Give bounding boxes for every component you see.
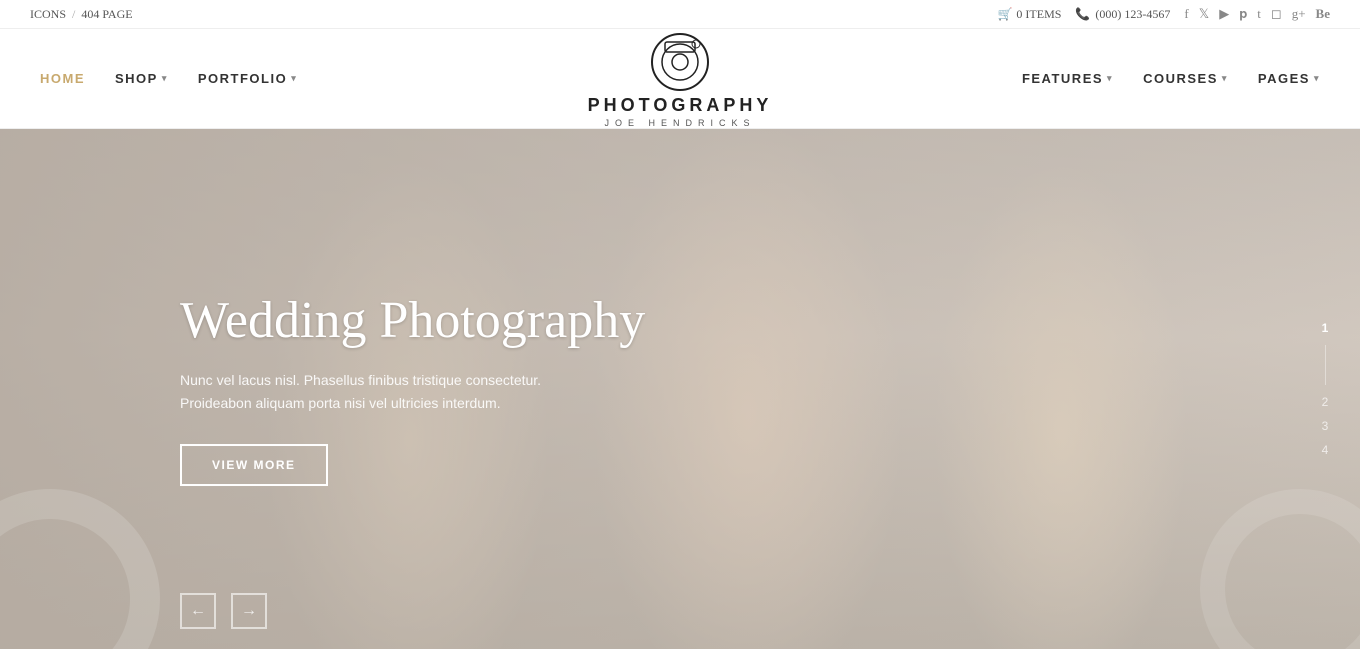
instagram-icon[interactable]: ◻	[1271, 6, 1282, 22]
cart-count: 0 ITEMS	[1016, 7, 1061, 22]
logo-text-main: PHOTOGRAPHY	[588, 95, 773, 116]
hero-section: Wedding Photography Nunc vel lacus nisl.…	[0, 129, 1360, 649]
navigation: HOME SHOP ▾ PORTFOLIO ▾ PHOTOGRAPHY JOE …	[0, 29, 1360, 129]
slide-indicator-2[interactable]: 2	[1315, 395, 1335, 409]
nav-shop[interactable]: SHOP ▾	[115, 71, 168, 86]
hero-description: Nunc vel lacus nisl. Phasellus finibus t…	[180, 369, 580, 414]
social-icons: f 𝕏 ▶ 𝐩 t ◻ g+ Be	[1184, 6, 1330, 22]
facebook-icon[interactable]: f	[1184, 6, 1188, 22]
slide-controls: ← →	[180, 593, 267, 629]
cart-button[interactable]: 🛒 0 ITEMS	[997, 7, 1061, 22]
shop-chevron-icon: ▾	[162, 73, 168, 84]
slide-indicator-4[interactable]: 4	[1315, 443, 1335, 457]
youtube-icon[interactable]: ▶	[1219, 6, 1229, 22]
page-link[interactable]: 404 PAGE	[81, 7, 132, 22]
hero-content: Wedding Photography Nunc vel lacus nisl.…	[180, 292, 645, 486]
google-icon[interactable]: g+	[1292, 6, 1306, 22]
phone-number: 📞 (000) 123-4567	[1075, 7, 1170, 22]
prev-slide-button[interactable]: ←	[180, 593, 216, 629]
logo-icon	[640, 30, 720, 95]
top-bar-right: 🛒 0 ITEMS 📞 (000) 123-4567 f 𝕏 ▶ 𝐩 t ◻ g…	[997, 6, 1330, 22]
breadcrumb: ICONS / 404 PAGE	[30, 7, 133, 22]
top-bar: ICONS / 404 PAGE 🛒 0 ITEMS 📞 (000) 123-4…	[0, 0, 1360, 29]
tumblr-icon[interactable]: t	[1257, 6, 1261, 22]
separator: /	[72, 7, 75, 22]
slide-indicator-1[interactable]: 1	[1315, 321, 1335, 335]
nav-features[interactable]: FEATURES ▾	[1022, 71, 1113, 86]
slide-indicator-line	[1325, 345, 1326, 385]
features-chevron-icon: ▾	[1107, 73, 1113, 84]
behance-icon[interactable]: Be	[1316, 6, 1330, 22]
courses-chevron-icon: ▾	[1222, 73, 1228, 84]
phone-icon: 📞	[1075, 7, 1090, 22]
pages-chevron-icon: ▾	[1314, 73, 1320, 84]
next-slide-button[interactable]: →	[231, 593, 267, 629]
twitter-icon[interactable]: 𝕏	[1199, 6, 1209, 22]
slide-indicators: 1 2 3 4	[1315, 321, 1335, 457]
hero-title: Wedding Photography	[180, 292, 645, 349]
nav-courses[interactable]: COURSES ▾	[1143, 71, 1228, 86]
nav-right: FEATURES ▾ COURSES ▾ PAGES ▾	[1022, 71, 1320, 86]
logo[interactable]: PHOTOGRAPHY JOE HENDRICKS	[588, 30, 773, 128]
pinterest-icon[interactable]: 𝐩	[1239, 6, 1247, 22]
slide-indicator-3[interactable]: 3	[1315, 419, 1335, 433]
hero-cta-button[interactable]: View More	[180, 444, 328, 486]
cart-icon: 🛒	[997, 7, 1012, 22]
nav-pages[interactable]: PAGES ▾	[1258, 71, 1320, 86]
portfolio-chevron-icon: ▾	[291, 73, 297, 84]
logo-text-sub: JOE HENDRICKS	[604, 118, 755, 128]
nav-portfolio[interactable]: PORTFOLIO ▾	[198, 71, 297, 86]
icons-link[interactable]: ICONS	[30, 7, 66, 22]
nav-left: HOME SHOP ▾ PORTFOLIO ▾	[40, 71, 297, 86]
nav-home[interactable]: HOME	[40, 71, 85, 86]
